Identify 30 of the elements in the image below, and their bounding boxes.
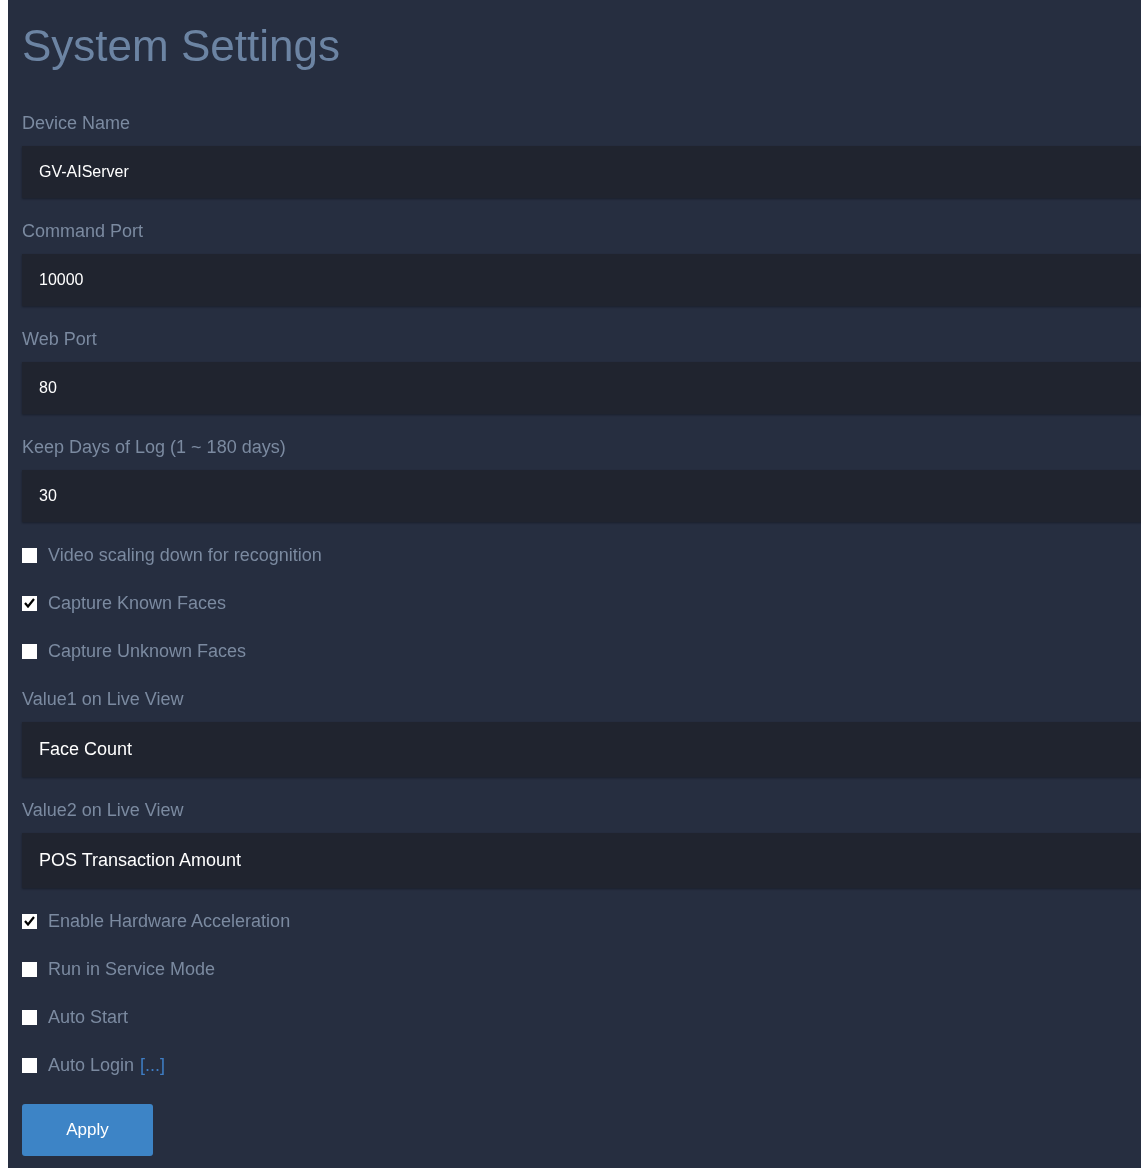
checkbox-label: Video scaling down for recognition <box>48 544 322 566</box>
apply-button[interactable]: Apply <box>22 1104 153 1156</box>
checkbox-label: Enable Hardware Acceleration <box>48 910 291 932</box>
checkbox[interactable] <box>22 643 37 659</box>
input-field[interactable]: 10000 <box>22 254 1141 306</box>
check-icon <box>24 916 35 926</box>
page-title: System Settings <box>22 20 341 72</box>
checkbox[interactable] <box>22 1009 37 1025</box>
input-field[interactable]: 80 <box>22 362 1141 414</box>
checkbox-label: Capture Known Faces <box>48 592 227 614</box>
field-label: Web Port <box>22 328 98 350</box>
checkbox[interactable] <box>22 913 37 929</box>
checkbox[interactable] <box>22 595 37 611</box>
checkbox-label: Auto Start <box>48 1006 129 1028</box>
select-field[interactable]: Face Count <box>22 722 1141 777</box>
checkbox[interactable] <box>22 961 37 977</box>
field-label: Value1 on Live View <box>22 688 185 710</box>
field-label: Value2 on Live View <box>22 799 185 821</box>
input-field[interactable]: 30 <box>22 470 1141 522</box>
input-field[interactable]: GV-AIServer <box>22 146 1141 198</box>
checkbox-label: Capture Unknown Faces <box>48 640 247 662</box>
field-label: Device Name <box>22 112 132 134</box>
field-label: Command Port <box>22 220 145 242</box>
checkbox-label: Auto Login <box>48 1054 135 1076</box>
checkbox[interactable] <box>22 547 37 563</box>
checkbox[interactable] <box>22 1057 37 1073</box>
select-field[interactable]: POS Transaction Amount <box>22 833 1141 888</box>
check-icon <box>24 598 35 608</box>
field-label: Keep Days of Log (1 ~ 180 days) <box>22 436 287 458</box>
checkbox-label: Run in Service Mode <box>48 958 216 980</box>
